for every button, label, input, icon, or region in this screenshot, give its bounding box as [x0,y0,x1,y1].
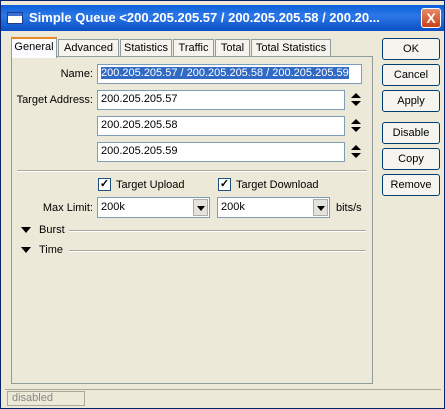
tab-general[interactable]: General [11,37,57,58]
target-address-2-input[interactable]: 200.205.205.58 [97,116,345,136]
target-upload-label: Target Upload [116,179,185,191]
name-input[interactable]: 200.205.205.57 / 200.205.205.58 / 200.20… [97,64,362,84]
max-limit-label: Max Limit: [42,202,93,214]
time-divider [69,250,366,252]
target-upload-checkbox[interactable]: ✓ [98,178,111,191]
target-address-1-input[interactable]: 200.205.205.57 [97,90,345,110]
status-text: disabled [7,391,85,406]
section-divider [17,170,367,172]
target-address-3-updown-icon[interactable] [351,145,361,159]
target-address-3-value: 200.205.205.59 [101,145,178,157]
target-address-3-input[interactable]: 200.205.205.59 [97,142,345,162]
copy-button[interactable]: Copy [382,148,440,170]
max-limit-download-select[interactable]: 200k [217,197,330,218]
disable-button[interactable]: Disable [382,122,440,144]
tab-statistics[interactable]: Statistics [120,39,172,57]
max-limit-upload-select[interactable]: 200k [97,197,210,218]
time-section-label[interactable]: Time [39,244,63,256]
name-label: Name: [60,68,93,80]
chevron-down-icon[interactable] [313,199,328,216]
burst-divider [69,230,366,232]
apply-button[interactable]: Apply [382,90,440,112]
window-icon [7,12,23,24]
target-download-checkbox[interactable]: ✓ [218,178,231,191]
target-address-1-value: 200.205.205.57 [101,93,178,105]
tab-total-statistics[interactable]: Total Statistics [251,39,331,57]
tab-traffic[interactable]: Traffic [173,39,214,57]
target-address-2-value: 200.205.205.58 [101,119,178,131]
close-button[interactable]: X [421,8,441,28]
ok-button[interactable]: OK [382,38,440,60]
tab-advanced[interactable]: Advanced [58,39,119,57]
burst-section-label[interactable]: Burst [39,224,65,236]
target-address-label: Target Address: [16,94,93,106]
simple-queue-window: Simple Queue <200.205.205.57 / 200.205.2… [0,0,445,409]
target-address-2-updown-icon[interactable] [351,119,361,133]
cancel-button[interactable]: Cancel [382,64,440,86]
title-bar[interactable]: Simple Queue <200.205.205.57 / 200.205.2… [1,5,444,31]
unit-label: bits/s [336,202,362,214]
tab-total[interactable]: Total [215,39,250,57]
burst-expand-icon[interactable] [21,227,31,233]
chevron-down-icon[interactable] [193,199,208,216]
name-value: 200.205.205.57 / 200.205.205.58 / 200.20… [101,67,349,79]
target-download-label: Target Download [236,179,319,191]
max-limit-upload-value: 200k [101,201,125,213]
remove-button[interactable]: Remove [382,174,440,196]
window-title: Simple Queue <200.205.205.57 / 200.205.2… [29,10,380,25]
max-limit-download-value: 200k [221,201,245,213]
time-expand-icon[interactable] [21,247,31,253]
status-bar: disabled [5,389,441,406]
target-address-1-updown-icon[interactable] [351,93,361,107]
